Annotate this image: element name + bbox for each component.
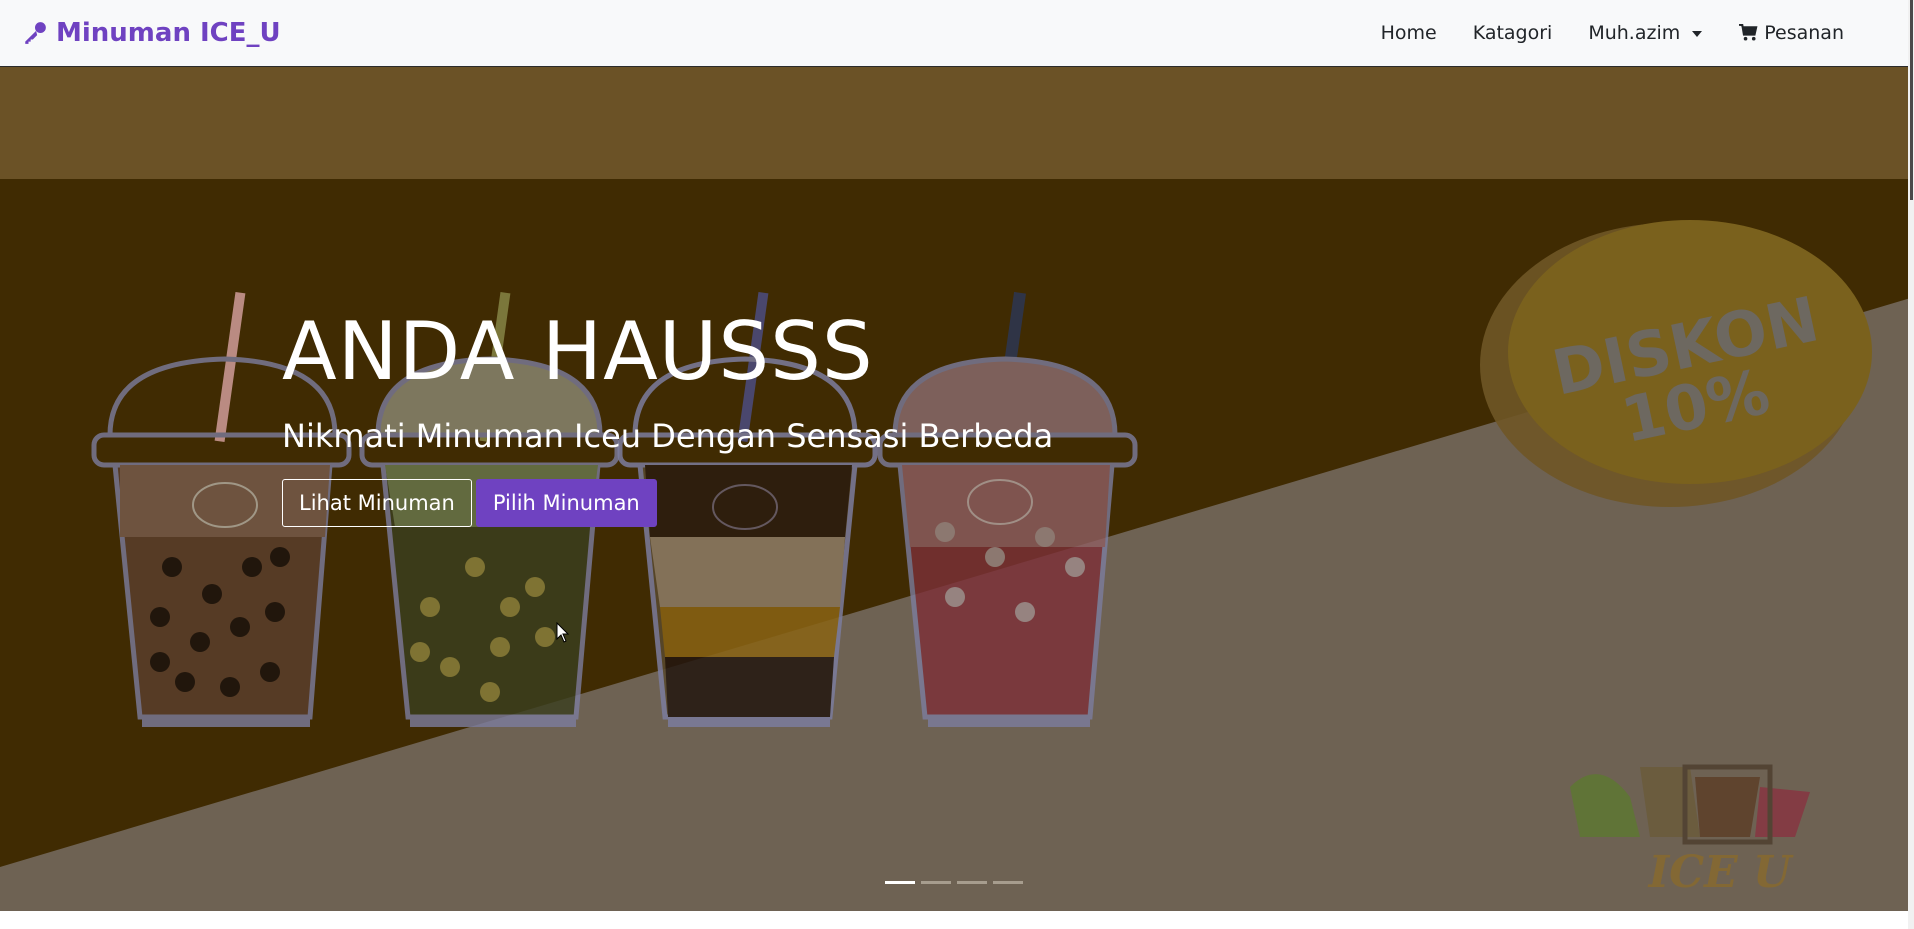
- carousel-indicator-4[interactable]: [993, 881, 1023, 884]
- view-drinks-button[interactable]: Lihat Minuman: [282, 479, 472, 527]
- hero-buttons: Lihat Minuman Pilih Minuman: [282, 479, 1053, 527]
- cart-icon: [1739, 24, 1758, 41]
- key-icon: [25, 22, 46, 44]
- hero-carousel: DISKON 10% ICE U ANDA HAUSSS Nikmati Min…: [0, 67, 1914, 911]
- mouse-cursor-icon: [556, 622, 570, 643]
- logo-text: ICE U: [1647, 847, 1794, 898]
- hero-headline: ANDA HAUSSS: [282, 305, 874, 398]
- nav-user-dropdown[interactable]: Muh.azim: [1570, 14, 1720, 52]
- nav-orders[interactable]: Pesanan: [1720, 14, 1862, 52]
- scrollbar-thumb[interactable]: [1910, 0, 1913, 200]
- carousel-indicator-2[interactable]: [921, 881, 951, 884]
- brand-link[interactable]: Minuman ICE_U: [22, 18, 281, 48]
- user-name: Muh.azim: [1588, 22, 1681, 44]
- carousel-indicator-3[interactable]: [957, 881, 987, 884]
- brand-name: Minuman ICE_U: [56, 18, 281, 48]
- nav-category[interactable]: Katagori: [1455, 14, 1571, 52]
- carousel-indicator-1[interactable]: [885, 881, 915, 884]
- carousel-indicators: [885, 881, 1023, 884]
- hero-caption: ANDA HAUSSS Nikmati Minuman Iceu Dengan …: [282, 312, 1053, 527]
- nav-links: Home Katagori Muh.azim Pesanan: [1363, 14, 1862, 52]
- nav-home[interactable]: Home: [1363, 14, 1455, 52]
- hero-subline: Nikmati Minuman Iceu Dengan Sensasi Berb…: [282, 417, 1054, 455]
- top-navbar: Minuman ICE_U Home Katagori Muh.azim Pes…: [0, 0, 1914, 67]
- choose-drinks-button[interactable]: Pilih Minuman: [475, 479, 657, 527]
- chevron-down-icon: [1692, 31, 1703, 37]
- orders-label: Pesanan: [1764, 22, 1844, 44]
- page-scrollbar[interactable]: [1908, 0, 1914, 929]
